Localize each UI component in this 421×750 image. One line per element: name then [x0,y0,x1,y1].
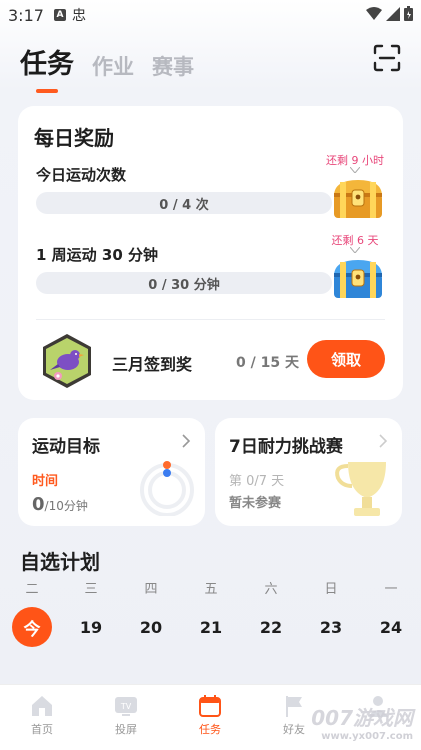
watermark-brand: 007游戏网 [311,706,413,730]
claim-button[interactable]: 领取 [307,340,385,378]
checkin-badge-icon [43,334,91,388]
goal-current: 0 [32,494,45,515]
tab-task-label: 任务 [20,49,74,80]
nav-label: 任务 [199,723,221,736]
task-row-weekly-minutes: 1 周运动 30 分钟 还剩 6 天 0 / 30 分钟 [36,234,382,302]
tab-events[interactable]: 赛事 [152,51,194,81]
task-label: 1 周运动 30 分钟 [36,246,158,264]
day-item-today[interactable]: 二 [12,578,52,600]
wifi-icon [366,6,382,20]
goal-progress-ring-icon [140,461,194,516]
day-item[interactable]: 日 23 [311,578,351,637]
task-label: 今日运动次数 [36,166,127,184]
exercise-goal-card[interactable]: 运动目标 时间 0/10分钟 [18,418,205,526]
date-number: 22 [259,618,283,637]
weekday-label: 日 [324,582,338,597]
signal-icon [386,6,400,21]
date-number: 19 [79,618,103,637]
weekday-label: 六 [264,582,278,597]
nav-item-cast[interactable]: TV 投屏 [84,685,168,750]
svg-text:TV: TV [120,702,132,711]
nav-item-home[interactable]: 首页 [0,685,84,750]
battery-icon [404,6,413,21]
nav-label: 好友 [283,723,305,736]
day-item[interactable]: 六 22 [251,578,291,637]
weekday-label: 二 [25,582,39,597]
status-icons [366,6,413,21]
challenge-day-progress: 第 0/7 天 [229,474,285,489]
trophy-icon [335,462,386,516]
remain-pointer-icon [350,247,360,253]
goal-value: 0/10分钟 [32,494,88,515]
calendar-icon [199,695,221,717]
watermark-url: www.yx007.com [321,731,413,742]
date-number: 23 [319,618,343,637]
remain-time-label: 还剩 9 小时 [326,154,384,167]
chevron-right-icon [379,434,388,448]
day-item[interactable]: 三 19 [71,578,111,637]
status-bar: 3:17 A 忠 [0,0,421,30]
card-divider [36,319,385,320]
date-number: 24 [379,618,403,637]
progress-bar: 0 / 30 分钟 [36,272,332,294]
date-number: 21 [199,618,223,637]
date-number: 20 [139,618,163,637]
status-time: 3:17 [8,5,44,25]
treasure-chest-icon[interactable] [331,176,385,220]
daily-rewards-title: 每日奖励 [34,126,114,150]
day-item[interactable]: 五 21 [191,578,231,637]
checkin-count: 0 / 15 天 [236,355,299,371]
nav-item-task[interactable]: 任务 [168,685,252,750]
watermark-logo: 007游戏网 www.yx007.com [311,702,413,742]
treasure-chest-icon[interactable] [331,256,385,300]
notification-a-icon: A [53,9,66,21]
today-button[interactable]: 今 [12,607,52,647]
tab-task[interactable]: 任务 [20,42,74,93]
top-tabs: 任务 作业 赛事 [20,42,194,93]
custom-plan-title: 自选计划 [20,550,100,574]
weekday-label: 五 [204,582,218,597]
exercise-goal-title: 运动目标 [32,437,100,457]
flag-icon [286,696,302,717]
progress-bar: 0 / 4 次 [36,192,332,214]
remain-pointer-icon [350,167,360,173]
daily-rewards-card: 每日奖励 今日运动次数 还剩 9 小时 0 / 4 次 1 周运动 30 分钟 … [18,106,403,400]
challenge-status: 暂未参赛 [229,496,282,511]
goal-target: /10分钟 [44,499,88,513]
tv-icon: TV [115,697,137,716]
scan-icon[interactable] [373,44,401,72]
active-tab-indicator [36,89,58,93]
weekday-label: 三 [84,582,98,597]
day-item[interactable]: 四 20 [131,578,171,637]
chevron-right-icon [182,434,191,448]
day-item[interactable]: 一 24 [371,578,411,637]
tab-homework[interactable]: 作业 [92,51,134,81]
home-icon [32,696,52,716]
weekday-label: 一 [384,582,398,597]
week-selector: 二 三 19 四 20 五 21 六 22 日 23 一 24 [0,578,421,658]
nav-label: 投屏 [115,723,137,736]
checkin-label: 三月签到奖 [112,355,193,374]
nav-label: 首页 [31,723,53,736]
goal-type-label: 时间 [32,474,59,489]
weekday-label: 四 [144,582,158,597]
endurance-challenge-card[interactable]: 7日耐力挑战赛 第 0/7 天 暂未参赛 [215,418,402,526]
remain-time-label: 还剩 6 天 [331,234,379,247]
notification-app-icon: 忠 [71,8,86,24]
task-row-daily-count: 今日运动次数 还剩 9 小时 0 / 4 次 [36,154,384,222]
